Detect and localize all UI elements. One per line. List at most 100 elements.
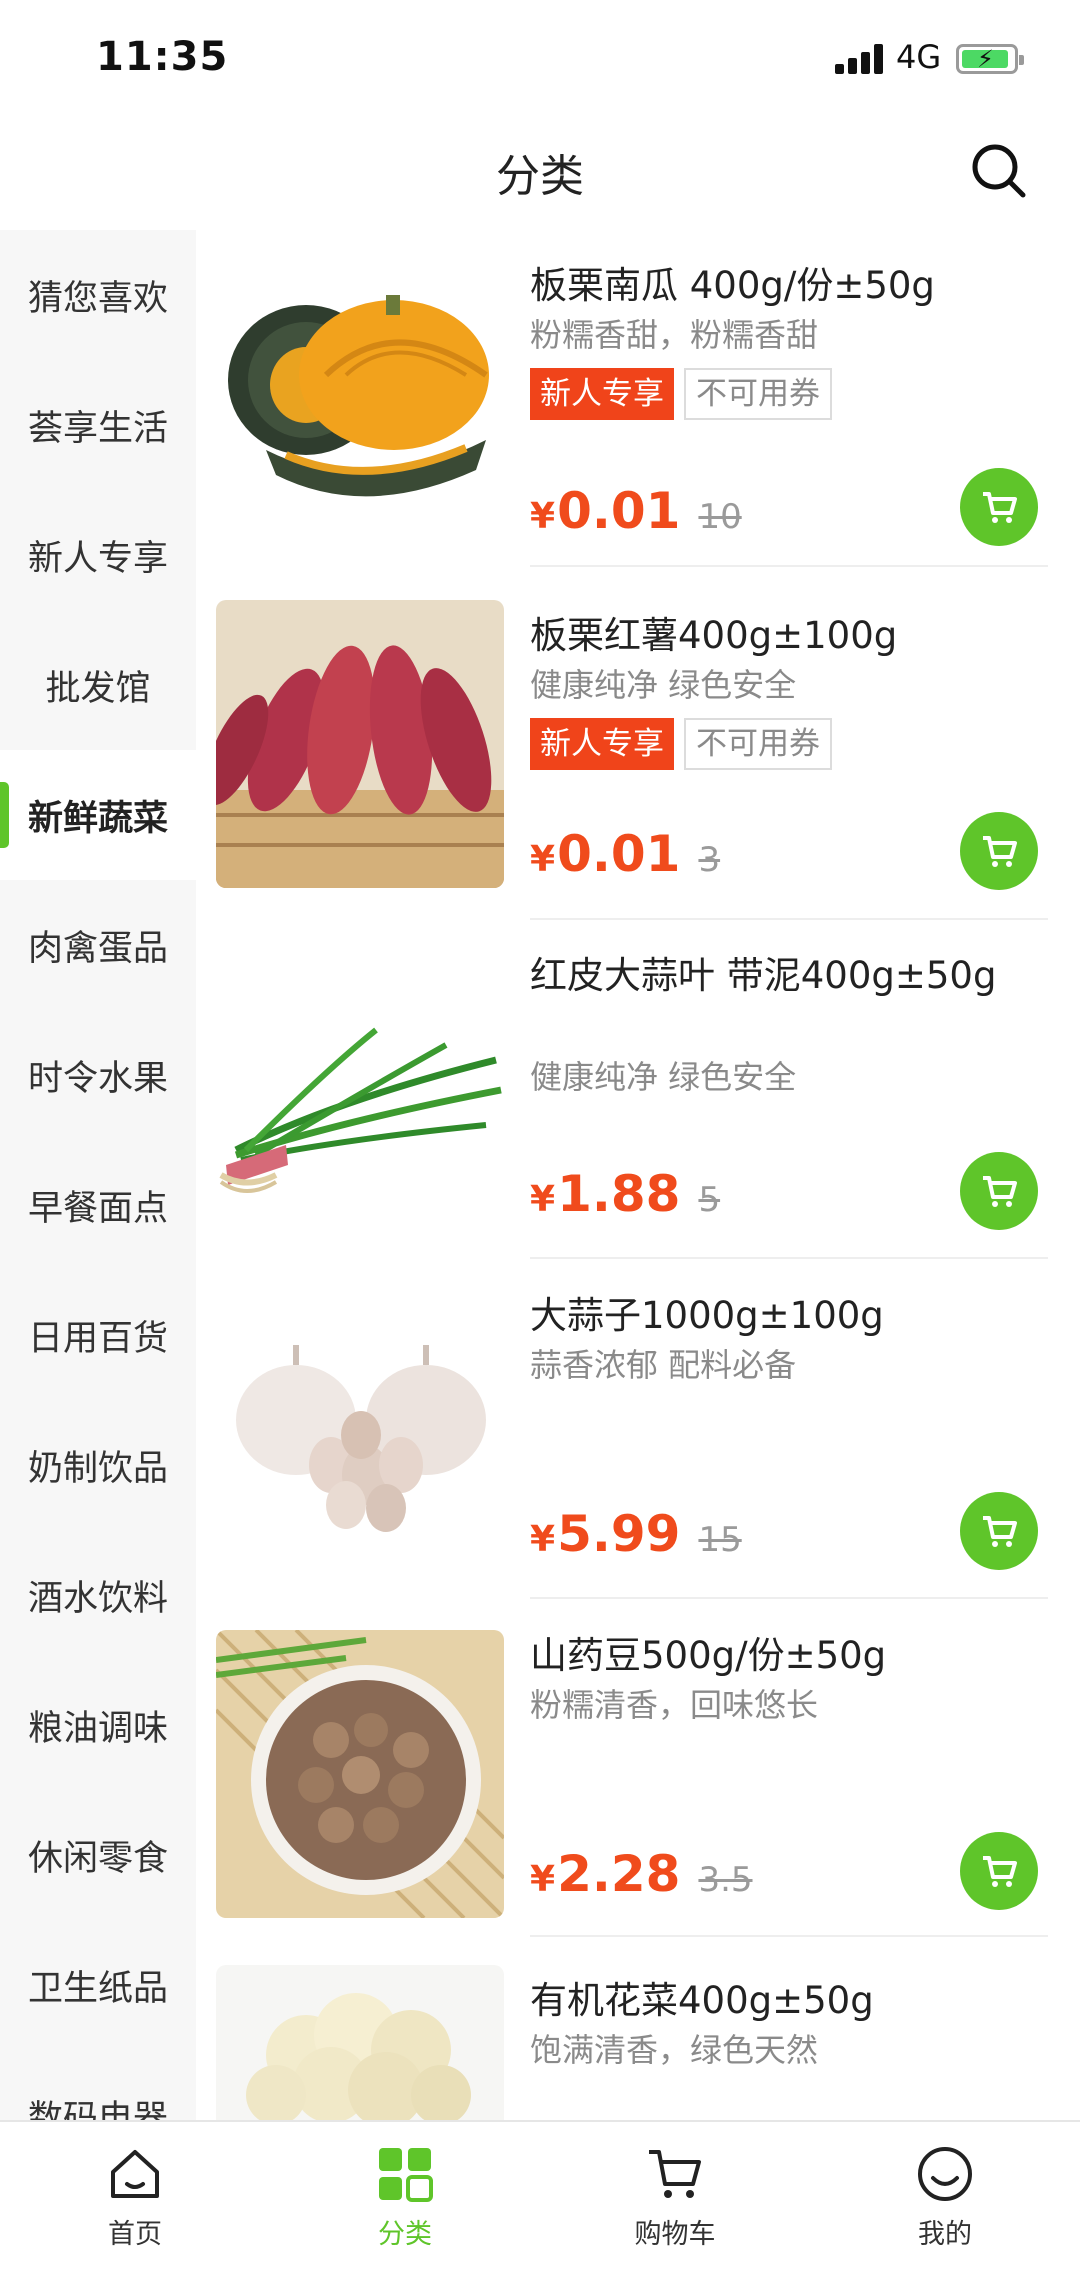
- cart-icon: [983, 492, 1017, 523]
- price-row: ¥ 1.88 5: [530, 1165, 720, 1223]
- tag-no-coupon: 不可用券: [684, 368, 832, 420]
- divider: [530, 1257, 1048, 1259]
- original-price: 15: [698, 1520, 742, 1560]
- product-desc: 健康纯净 绿色安全: [530, 666, 797, 704]
- add-to-cart-button[interactable]: [960, 812, 1038, 890]
- product-desc: 粉糯香甜，粉糯香甜: [530, 316, 819, 354]
- original-price: 3: [698, 840, 721, 880]
- category-sidebar[interactable]: 猜您喜欢 荟享生活 新人专享 批发馆 新鲜蔬菜 肉禽蛋品 时令水果 早餐面点 日…: [0, 230, 196, 2120]
- header: 分类: [0, 118, 1080, 228]
- original-price: 3.5: [698, 1860, 753, 1900]
- status-time: 11:35: [96, 34, 229, 80]
- divider: [530, 1935, 1048, 1937]
- product-tags: 新人专享 不可用券: [530, 718, 832, 770]
- price-row: ¥ 0.01 3: [530, 825, 720, 883]
- tab-label: 我的: [918, 2219, 972, 2250]
- status-bar: 11:35 4G ⚡: [0, 0, 1080, 118]
- tag-newcomer: 新人专享: [530, 368, 674, 420]
- sidebar-item-snacks[interactable]: 休闲零食: [0, 1790, 196, 1920]
- tab-category[interactable]: 分类: [270, 2122, 540, 2277]
- add-to-cart-button[interactable]: [960, 1492, 1038, 1570]
- product-item[interactable]: 红皮大蒜叶 带泥400g±50g 健康纯净 绿色安全 ¥ 1.88 5: [196, 940, 1080, 1280]
- product-price: 2.28: [557, 1845, 681, 1903]
- product-name[interactable]: 有机花菜400g±50g: [530, 1975, 1050, 2027]
- product-name[interactable]: 板栗红薯400g±100g: [530, 610, 1050, 662]
- category-icon: [379, 2148, 433, 2202]
- product-item[interactable]: 板栗红薯400g±100g 健康纯净 绿色安全 新人专享 不可用券 ¥ 0.01…: [196, 600, 1080, 940]
- product-item[interactable]: 有机花菜400g±50g 饱满清香，绿色天然: [196, 1965, 1080, 2120]
- price-row: ¥ 0.01 10: [530, 482, 742, 540]
- sidebar-item-drinks[interactable]: 酒水饮料: [0, 1530, 196, 1660]
- product-price: 1.88: [557, 1165, 681, 1223]
- sidebar-item-recommend[interactable]: 猜您喜欢: [0, 230, 196, 360]
- signal-icon: [835, 44, 885, 74]
- tab-label: 首页: [108, 2219, 162, 2250]
- price-row: ¥ 5.99 15: [530, 1505, 742, 1563]
- product-item[interactable]: 山药豆500g/份±50g 粉糯清香，回味悠长 ¥ 2.28 3.5: [196, 1620, 1080, 1960]
- sidebar-item-breakfast[interactable]: 早餐面点: [0, 1140, 196, 1270]
- product-price: 0.01: [557, 482, 681, 540]
- tab-label: 购物车: [634, 2219, 716, 2250]
- product-image-garlic-leaf[interactable]: [216, 950, 504, 1238]
- product-image-yam-bean[interactable]: [216, 1630, 504, 1918]
- product-image-pumpkin[interactable]: [216, 250, 504, 538]
- search-icon: [972, 144, 1026, 198]
- tab-cart[interactable]: 购物车: [540, 2122, 810, 2277]
- original-price: 5: [698, 1180, 721, 1220]
- divider: [530, 1597, 1048, 1599]
- tab-bar: 首页 分类 购物车 我的: [0, 2120, 1080, 2277]
- sidebar-item-paper[interactable]: 卫生纸品: [0, 1920, 196, 2050]
- profile-icon: [918, 2147, 972, 2201]
- product-name[interactable]: 板栗南瓜 400g/份±50g: [530, 260, 1050, 312]
- cart-icon: [983, 836, 1017, 867]
- tab-home[interactable]: 首页: [0, 2122, 270, 2277]
- sidebar-item-newcomer[interactable]: 新人专享: [0, 490, 196, 620]
- cart-icon: [983, 1516, 1017, 1547]
- sidebar-item-meat-eggs[interactable]: 肉禽蛋品: [0, 880, 196, 1010]
- add-to-cart-button[interactable]: [960, 1832, 1038, 1910]
- sidebar-item-grain-oil[interactable]: 粮油调味: [0, 1660, 196, 1790]
- tag-no-coupon: 不可用券: [684, 718, 832, 770]
- cart-icon: [983, 1856, 1017, 1887]
- product-item[interactable]: 板栗南瓜 400g/份±50g 粉糯香甜，粉糯香甜 新人专享 不可用券 ¥ 0.…: [196, 250, 1080, 590]
- battery-icon: ⚡: [956, 44, 1024, 74]
- product-image-cauliflower[interactable]: [216, 1965, 504, 2120]
- search-button[interactable]: [968, 140, 1028, 200]
- tab-profile[interactable]: 我的: [810, 2122, 1080, 2277]
- product-tags: 新人专享 不可用券: [530, 368, 832, 420]
- product-name[interactable]: 红皮大蒜叶 带泥400g±50g: [530, 950, 1050, 1002]
- product-desc: 健康纯净 绿色安全: [530, 1058, 797, 1096]
- sidebar-item-life[interactable]: 荟享生活: [0, 360, 196, 490]
- divider: [530, 918, 1048, 920]
- tab-label: 分类: [378, 2219, 432, 2250]
- sidebar-item-fruits[interactable]: 时令水果: [0, 1010, 196, 1140]
- cart-icon: [983, 1176, 1017, 1207]
- product-list[interactable]: 板栗南瓜 400g/份±50g 粉糯香甜，粉糯香甜 新人专享 不可用券 ¥ 0.…: [196, 230, 1080, 2120]
- currency-symbol: ¥: [530, 1179, 556, 1220]
- tag-newcomer: 新人专享: [530, 718, 674, 770]
- divider: [530, 565, 1048, 567]
- original-price: 10: [698, 497, 742, 537]
- network-label: 4G: [896, 38, 942, 76]
- product-name[interactable]: 山药豆500g/份±50g: [530, 1630, 1050, 1682]
- currency-symbol: ¥: [530, 839, 556, 880]
- product-price: 0.01: [557, 825, 681, 883]
- sidebar-item-wholesale[interactable]: 批发馆: [0, 620, 196, 750]
- currency-symbol: ¥: [530, 496, 556, 537]
- product-name[interactable]: 大蒜子1000g±100g: [530, 1290, 1050, 1342]
- product-item[interactable]: 大蒜子1000g±100g 蒜香浓郁 配料必备 ¥ 5.99 15: [196, 1280, 1080, 1620]
- add-to-cart-button[interactable]: [960, 1152, 1038, 1230]
- page-title: 分类: [496, 151, 584, 202]
- home-icon: [111, 2150, 159, 2198]
- cart-icon: [649, 2150, 701, 2198]
- sidebar-item-daily-goods[interactable]: 日用百货: [0, 1270, 196, 1400]
- product-image-sweet-potato[interactable]: [216, 600, 504, 888]
- add-to-cart-button[interactable]: [960, 468, 1038, 546]
- product-desc: 蒜香浓郁 配料必备: [530, 1346, 797, 1384]
- price-row: ¥ 2.28 3.5: [530, 1845, 753, 1903]
- sidebar-item-vegetables[interactable]: 新鲜蔬菜: [0, 750, 196, 880]
- product-price: 5.99: [557, 1505, 681, 1563]
- product-image-garlic[interactable]: [216, 1290, 504, 1578]
- sidebar-item-digital[interactable]: 数码电器: [0, 2050, 196, 2121]
- sidebar-item-dairy[interactable]: 奶制饮品: [0, 1400, 196, 1530]
